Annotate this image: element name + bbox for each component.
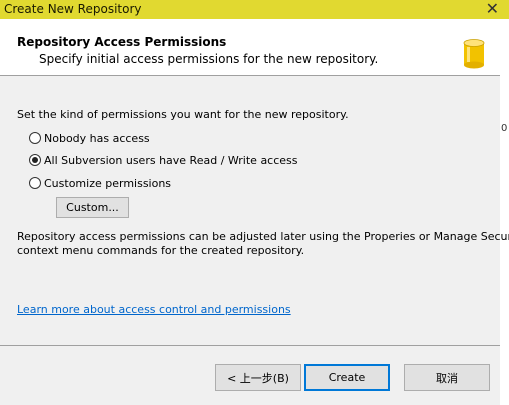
header-title: Repository Access Permissions	[17, 35, 227, 49]
wizard-dialog: Repository Access Permissions Specify in…	[0, 19, 509, 405]
header-subtitle: Specify initial access permissions for t…	[39, 52, 379, 66]
cancel-button[interactable]: 取消	[404, 364, 490, 391]
footer-divider	[0, 345, 500, 346]
create-button[interactable]: Create	[304, 364, 390, 391]
learn-more-link[interactable]: Learn more about access control and perm…	[17, 303, 291, 316]
instruction-text: Set the kind of permissions you want for…	[17, 108, 349, 121]
option-nobody[interactable]: Nobody has access	[29, 130, 150, 146]
radio-customize[interactable]	[29, 177, 41, 189]
option-all-read-write-label[interactable]: All Subversion users have Read / Write a…	[44, 154, 298, 167]
note-line-1: Repository access permissions can be adj…	[17, 230, 509, 243]
title-bar: Create New Repository ✕	[0, 0, 509, 19]
option-nobody-label[interactable]: Nobody has access	[44, 132, 150, 145]
database-icon	[463, 39, 485, 69]
back-button[interactable]: < 上一步(B)	[215, 364, 301, 391]
radio-all-read-write[interactable]	[29, 154, 41, 166]
background-edge-glyph: 0	[501, 123, 508, 134]
radio-nobody[interactable]	[29, 132, 41, 144]
note-line-2: context menu commands for the created re…	[17, 244, 305, 257]
close-icon[interactable]: ✕	[486, 0, 499, 19]
background-window-edge: 0	[500, 19, 509, 405]
custom-button[interactable]: Custom...	[56, 197, 129, 218]
option-all-read-write[interactable]: All Subversion users have Read / Write a…	[29, 152, 298, 168]
window-title: Create New Repository	[4, 2, 142, 16]
option-customize-label[interactable]: Customize permissions	[44, 177, 171, 190]
wizard-header: Repository Access Permissions Specify in…	[0, 19, 500, 76]
option-customize[interactable]: Customize permissions	[29, 175, 171, 191]
